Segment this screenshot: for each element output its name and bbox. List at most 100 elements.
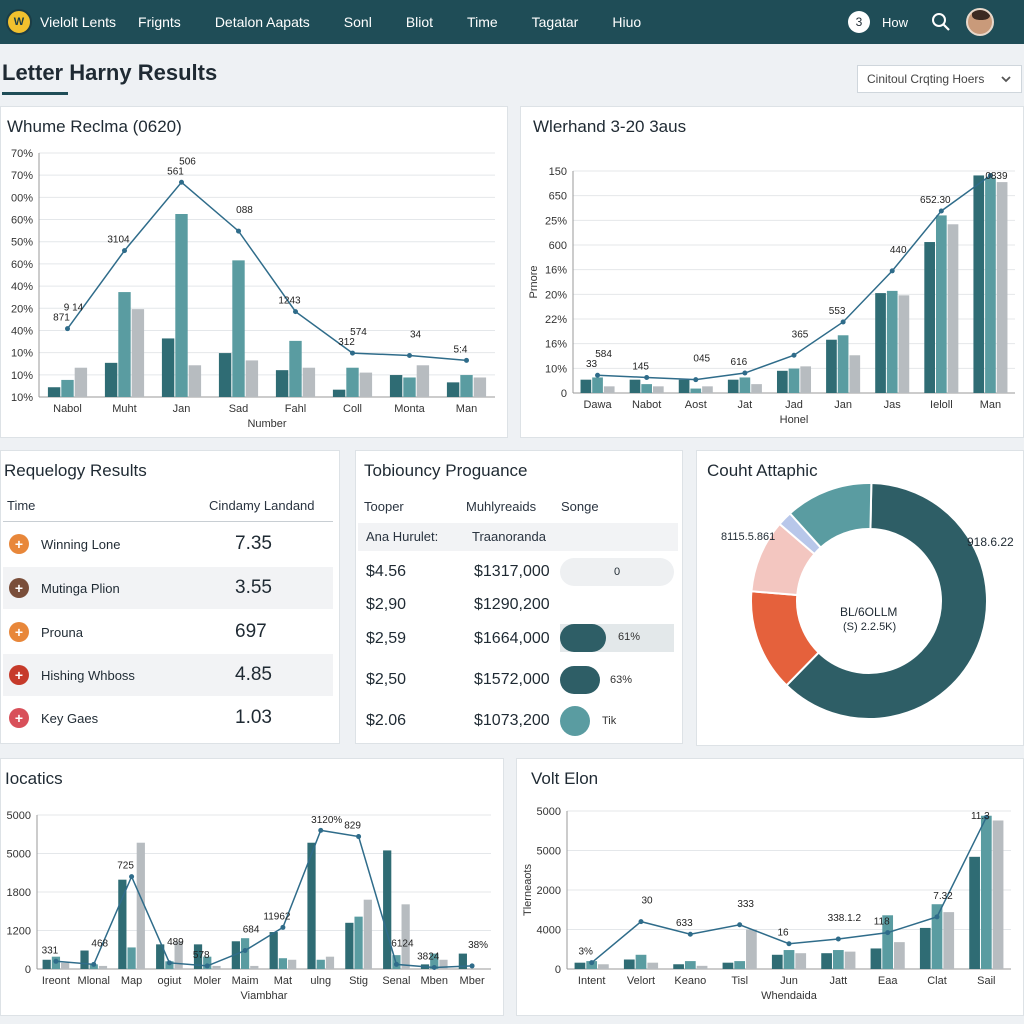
bar	[886, 290, 898, 393]
y-tick-label: 0	[555, 964, 561, 976]
table-row[interactable]: + Mutinga Plion 3.55	[3, 567, 333, 609]
help-link[interactable]: How	[882, 15, 908, 30]
subheader-row: Ana Hurulet: Traanoranda	[358, 523, 678, 551]
x-tick-label: Jas	[884, 399, 902, 411]
y-tick-label: 2000	[537, 885, 561, 897]
nav-item-6[interactable]: Tagatar	[532, 14, 579, 30]
bar	[776, 370, 788, 393]
y-tick-label: 60%	[11, 259, 33, 271]
table-row[interactable]: $2,50 $1572,000 63%	[358, 661, 680, 699]
brand-name[interactable]: Vielolt Lents	[40, 14, 116, 30]
y-tick-label: 20%	[11, 303, 33, 315]
y-tick-label: 4000	[537, 925, 561, 937]
bar	[460, 375, 473, 397]
bar	[783, 950, 795, 969]
trend-point	[122, 248, 127, 254]
nav-item-1[interactable]: Frignts	[138, 14, 181, 30]
nav-item-4[interactable]: Bliot	[406, 14, 433, 30]
bar	[98, 965, 108, 969]
data-label: 684	[243, 925, 260, 936]
volume-chart: 10% 10% 10% 40% 20% 40% 60% 50% 60% 00% 70% 70% Nabo…	[11, 148, 495, 430]
user-avatar[interactable]	[966, 8, 994, 36]
table-row[interactable]: $2,59 $1664,000 61%	[358, 619, 680, 659]
bar	[127, 947, 136, 969]
data-label: 633	[676, 918, 693, 929]
nav-item-3[interactable]: Sonl	[344, 14, 372, 30]
x-tick-label: Muht	[112, 403, 136, 415]
panel-volume-chart: Whume Reclma (0620) 10% 10% 10% 40% 20% 40% 60…	[0, 106, 508, 438]
filter-value: Cinitoul Crqting Hoers	[867, 72, 985, 86]
bar	[212, 965, 221, 969]
nav-item-7[interactable]: Hiuo	[612, 14, 641, 30]
cell-price: $2,50	[366, 671, 407, 688]
bar	[771, 954, 783, 969]
trend-point	[934, 914, 940, 920]
trend-point	[280, 924, 286, 930]
nav-item-5[interactable]: Time	[467, 14, 498, 30]
notification-badge[interactable]: 3	[847, 11, 870, 33]
progress-pill: 0	[560, 558, 674, 586]
bar	[947, 224, 959, 393]
bar	[943, 912, 955, 969]
cell-price: $2.06	[366, 712, 407, 729]
x-axis-title: Whendaida	[761, 990, 818, 1002]
column-header-1[interactable]: Tooper	[364, 499, 404, 514]
table-row[interactable]: + Key Gaes 1.03	[3, 697, 333, 739]
row-value: 3.55	[235, 577, 272, 598]
cell-amount: $1290,200	[474, 596, 550, 613]
data-label: 468	[91, 938, 108, 949]
trend-point	[644, 374, 650, 380]
y-tick-label: 00%	[11, 192, 33, 204]
table-row[interactable]: $2.06 $1073,200 Tik	[358, 702, 680, 740]
trend-point	[791, 352, 797, 358]
bar	[603, 386, 615, 393]
bar	[702, 386, 713, 393]
table-row[interactable]: + Hishing Whboss 4.85	[3, 654, 333, 696]
trend-point	[687, 931, 693, 937]
bar	[647, 962, 659, 969]
trend-point	[469, 963, 475, 969]
x-tick-label: Coll	[343, 403, 362, 415]
data-label: 11962	[263, 911, 291, 922]
bar	[592, 377, 603, 393]
search-icon[interactable]	[930, 11, 952, 33]
x-tick-label: Jan	[834, 399, 852, 411]
trend-point	[350, 350, 355, 356]
panel-title: Tobiouncy Proguance	[364, 461, 528, 480]
table-row[interactable]: + Winning Lone 7.35	[3, 523, 333, 565]
bar	[250, 965, 259, 969]
data-label: 489	[167, 937, 184, 948]
x-tick-label: Keano	[674, 975, 706, 987]
panel-donut-chart: Couht Attaphic 8115.5.861 918.6.22 BL/6O…	[696, 450, 1024, 746]
bar	[788, 368, 800, 393]
y-tick-label: 16%	[545, 339, 567, 351]
subheader-1: Ana Hurulet:	[366, 529, 439, 544]
bar	[403, 377, 416, 397]
bar	[275, 370, 289, 397]
trend-point	[129, 874, 135, 880]
column-header-value[interactable]: Cindamy Landand	[209, 498, 315, 513]
table-row[interactable]: + Prouna 697	[3, 611, 333, 653]
filter-dropdown[interactable]: Cinitoul Crqting Hoers	[857, 65, 1022, 93]
bar	[346, 367, 359, 397]
bar	[849, 355, 861, 393]
x-tick-label: Sad	[229, 403, 249, 415]
column-header-2[interactable]: Muhlyreaids	[466, 499, 536, 514]
bar	[935, 215, 947, 393]
panel-results-table: Requelogy Results Time Cindamy Landand +…	[0, 450, 340, 744]
y-tick-label: 150	[549, 166, 567, 178]
trend-point	[595, 372, 601, 378]
brand-logo-icon[interactable]: W	[6, 9, 32, 35]
data-label: 616	[731, 357, 748, 368]
x-tick-label: ulng	[310, 975, 331, 987]
trend-point	[835, 936, 841, 942]
nav-item-2[interactable]: Detalon Aapats	[215, 14, 310, 30]
data-label: 118	[874, 917, 890, 928]
bar	[161, 338, 175, 397]
bar	[74, 367, 88, 397]
bar	[653, 386, 664, 393]
column-header-time[interactable]: Time	[7, 498, 35, 513]
pill-label: 63%	[610, 674, 633, 686]
column-header-3[interactable]: Songe	[561, 499, 599, 514]
x-tick-label: Jat	[738, 399, 753, 411]
